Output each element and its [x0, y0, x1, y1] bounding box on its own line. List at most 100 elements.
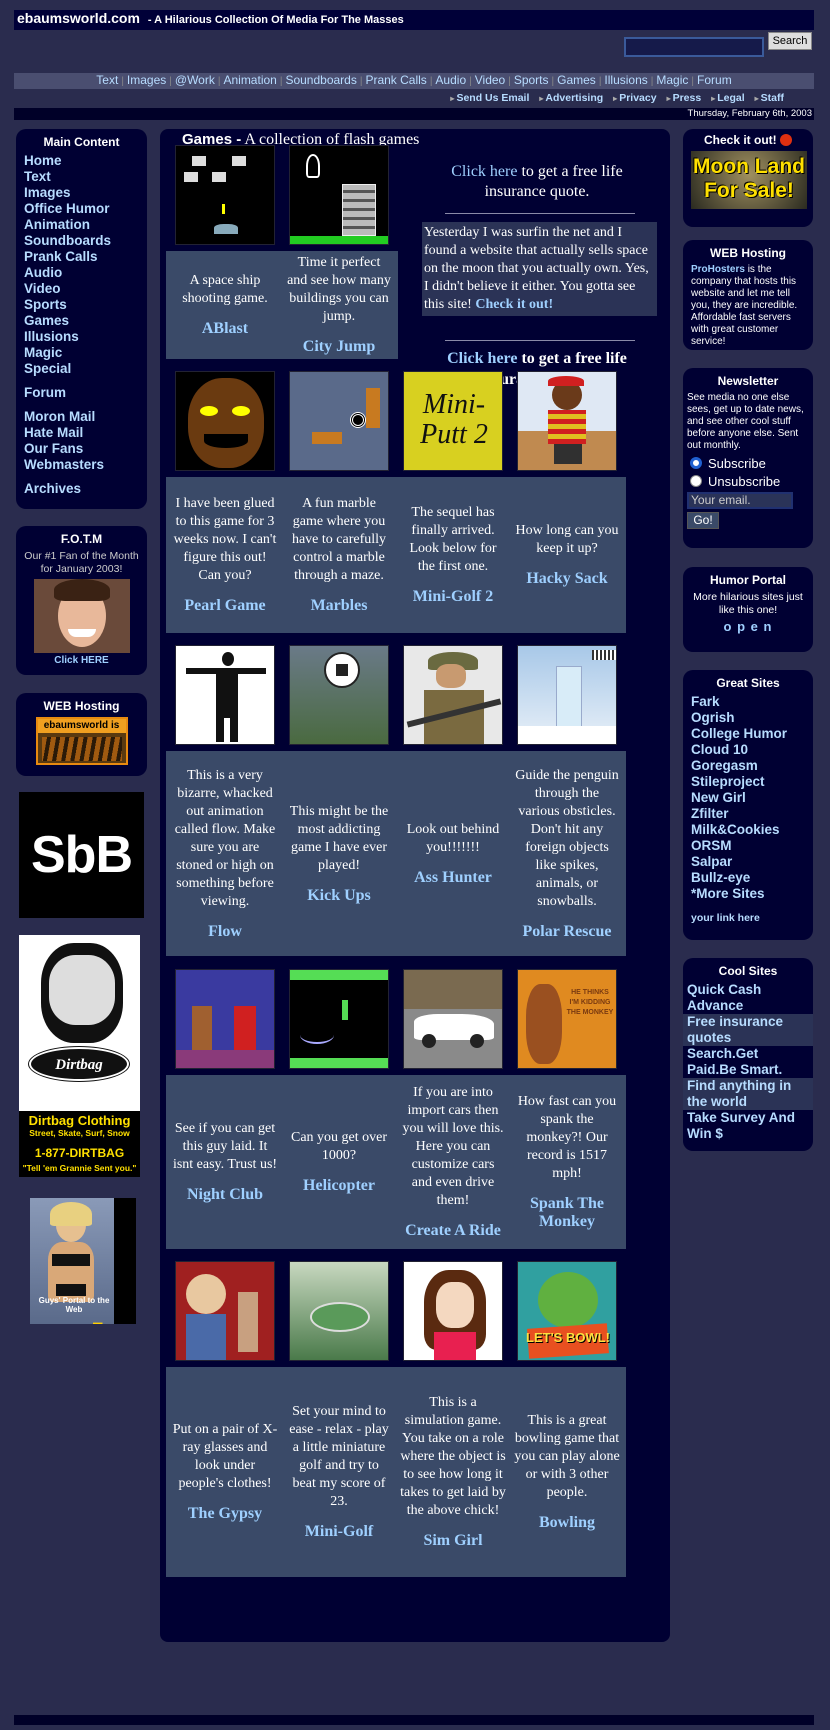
- minigolf-thumb[interactable]: [289, 1261, 389, 1361]
- game-link[interactable]: Spank The Monkey: [514, 1195, 620, 1231]
- game-link[interactable]: Bowling: [539, 1514, 595, 1532]
- nav-link-prank-calls[interactable]: Prank Calls: [362, 73, 429, 87]
- bullzeye-ad[interactable]: Guys' Portal to the Web Bullz-EYE.COM: [30, 1198, 136, 1324]
- game-link[interactable]: Night Club: [187, 1186, 263, 1204]
- hacky-thumb[interactable]: [517, 371, 617, 471]
- unsubscribe-option[interactable]: Unsubscribe: [687, 474, 805, 489]
- left-nav-office-humor[interactable]: Office Humor: [24, 201, 139, 217]
- great-site-zfilter[interactable]: Zfilter: [691, 806, 805, 822]
- great-site-bullz-eye[interactable]: Bullz-eye: [691, 870, 805, 886]
- nav-link-games[interactable]: Games: [554, 73, 599, 87]
- great-site-ogrish[interactable]: Ogrish: [691, 710, 805, 726]
- nav2-link-staff[interactable]: ▸ Staff: [755, 92, 784, 104]
- space-invaders-thumb[interactable]: [175, 145, 275, 245]
- left-nav-moron-mail[interactable]: Moron Mail: [24, 409, 139, 425]
- cool-site-link[interactable]: Find anything in the world: [683, 1078, 813, 1110]
- pearl-thumb[interactable]: [175, 371, 275, 471]
- great-site-college-humor[interactable]: College Humor: [691, 726, 805, 742]
- ebaumsworld-hosting-badge[interactable]: ebaumsworld is: [35, 717, 128, 765]
- great-site--more-sites[interactable]: *More Sites: [691, 886, 805, 902]
- left-nav-images[interactable]: Images: [24, 185, 139, 201]
- nav-link-audio[interactable]: Audio: [432, 73, 469, 87]
- flow-thumb[interactable]: [175, 645, 275, 745]
- nav-link-forum[interactable]: Forum: [694, 73, 735, 87]
- nav-link-animation[interactable]: Animation: [220, 73, 279, 87]
- nav2-link-legal[interactable]: ▸ Legal: [711, 92, 744, 104]
- game-link[interactable]: The Gypsy: [188, 1505, 262, 1523]
- great-site-fark[interactable]: Fark: [691, 694, 805, 710]
- cool-site-link[interactable]: Free insurance quotes: [683, 1014, 813, 1046]
- moon-land-ad[interactable]: Moon Land For Sale!: [691, 151, 807, 209]
- left-nav-magic[interactable]: Magic: [24, 345, 139, 361]
- game-link[interactable]: Create A Ride: [405, 1222, 501, 1240]
- left-nav-hate-mail[interactable]: Hate Mail: [24, 425, 139, 441]
- cool-site-link[interactable]: Quick Cash Advance: [683, 982, 813, 1014]
- nav-link-video[interactable]: Video: [472, 73, 508, 87]
- unsubscribe-radio[interactable]: [690, 475, 702, 487]
- great-site-milk-cookies[interactable]: Milk&Cookies: [691, 822, 805, 838]
- left-nav-archives[interactable]: Archives: [24, 481, 139, 497]
- left-nav-webmasters[interactable]: Webmasters: [24, 457, 139, 473]
- left-nav-audio[interactable]: Audio: [24, 265, 139, 281]
- nav-link--work[interactable]: @Work: [172, 73, 218, 87]
- sbb-ad[interactable]: SbB: [19, 792, 144, 918]
- nav-link-magic[interactable]: Magic: [653, 73, 691, 87]
- great-site-cloud-10[interactable]: Cloud 10: [691, 742, 805, 758]
- prohosters-link[interactable]: ProHosters: [691, 264, 745, 275]
- left-nav-prank-calls[interactable]: Prank Calls: [24, 249, 139, 265]
- game-link[interactable]: Sim Girl: [423, 1532, 482, 1550]
- game-link[interactable]: ABlast: [202, 320, 248, 338]
- gypsy-thumb[interactable]: [175, 1261, 275, 1361]
- humor-portal-link[interactable]: o p e n: [691, 619, 805, 634]
- monkey-thumb[interactable]: HE THINKS I'M KIDDING THE MONKEY: [517, 969, 617, 1069]
- game-link[interactable]: Kick Ups: [307, 887, 371, 905]
- moon-story-link[interactable]: Check it out!: [475, 297, 553, 312]
- minigolf2-thumb[interactable]: Mini-Putt 2: [403, 371, 503, 471]
- nav-link-soundboards[interactable]: Soundboards: [282, 73, 359, 87]
- left-nav-text[interactable]: Text: [24, 169, 139, 185]
- left-nav-soundboards[interactable]: Soundboards: [24, 233, 139, 249]
- car-thumb[interactable]: [403, 969, 503, 1069]
- insurance-link-bottom[interactable]: Click here: [447, 350, 517, 367]
- left-nav-home[interactable]: Home: [24, 153, 139, 169]
- search-input[interactable]: [624, 37, 764, 57]
- left-nav-forum[interactable]: Forum: [24, 385, 139, 401]
- great-site-orsm[interactable]: ORSM: [691, 838, 805, 854]
- game-link[interactable]: Ass Hunter: [414, 869, 492, 887]
- nav-link-images[interactable]: Images: [124, 73, 169, 87]
- dirtbag-ad[interactable]: Dirtbag Dirtbag Clothing Street, Skate, …: [19, 935, 140, 1177]
- game-link[interactable]: Pearl Game: [184, 597, 265, 615]
- great-site-goregasm[interactable]: Goregasm: [691, 758, 805, 774]
- left-nav-animation[interactable]: Animation: [24, 217, 139, 233]
- game-link[interactable]: Mini-Golf: [305, 1523, 373, 1541]
- game-link[interactable]: Mini-Golf 2: [413, 588, 493, 606]
- fotm-link[interactable]: Click HERE: [24, 655, 139, 666]
- nav-link-illusions[interactable]: Illusions: [601, 73, 650, 87]
- great-site-stileproject[interactable]: Stileproject: [691, 774, 805, 790]
- subscribe-radio[interactable]: [690, 457, 702, 469]
- cool-site-link[interactable]: Take Survey And Win $: [683, 1110, 813, 1142]
- simgirl-thumb[interactable]: [403, 1261, 503, 1361]
- left-nav-our-fans[interactable]: Our Fans: [24, 441, 139, 457]
- game-link[interactable]: Marbles: [311, 597, 368, 615]
- game-link[interactable]: Hacky Sack: [526, 570, 607, 588]
- game-link[interactable]: City Jump: [303, 338, 375, 356]
- bowling-thumb[interactable]: LET'S BOWL!: [517, 1261, 617, 1361]
- left-nav-special[interactable]: Special: [24, 361, 139, 377]
- search-button[interactable]: Search: [768, 32, 812, 50]
- city-jump-thumb[interactable]: [289, 145, 389, 245]
- game-link[interactable]: Flow: [208, 923, 242, 941]
- great-site-new-girl[interactable]: New Girl: [691, 790, 805, 806]
- great-site-salpar[interactable]: Salpar: [691, 854, 805, 870]
- nightclub-thumb[interactable]: [175, 969, 275, 1069]
- game-link[interactable]: Polar Rescue: [522, 923, 611, 941]
- subscribe-option[interactable]: Subscribe: [687, 456, 805, 471]
- left-nav-sports[interactable]: Sports: [24, 297, 139, 313]
- nav-link-text[interactable]: Text: [93, 73, 121, 87]
- fotm-photo[interactable]: [33, 579, 130, 653]
- polar-thumb[interactable]: [517, 645, 617, 745]
- your-link-here[interactable]: your link here: [691, 910, 805, 926]
- helicopter-thumb[interactable]: [289, 969, 389, 1069]
- marbles-thumb[interactable]: [289, 371, 389, 471]
- hunter-thumb[interactable]: [403, 645, 503, 745]
